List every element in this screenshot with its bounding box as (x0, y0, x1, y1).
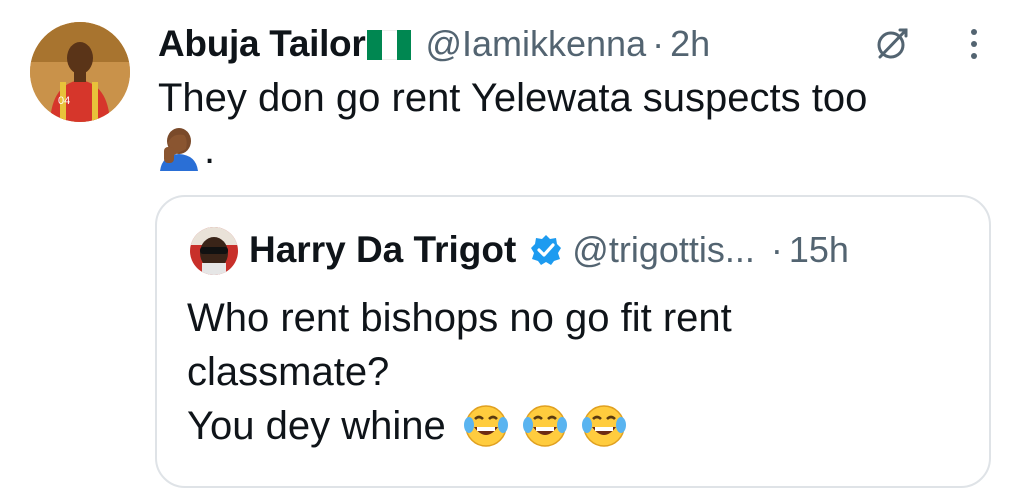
tears-of-joy-emoji-group (463, 404, 629, 448)
facepalm-emoji (160, 128, 198, 171)
quoted-tweet-text: Who rent bishops no go fit rent classmat… (187, 291, 967, 453)
author-display-name[interactable]: Abuja Tailor (158, 23, 366, 65)
avatar-image: 04 (30, 22, 130, 122)
grok-icon[interactable] (872, 24, 912, 64)
tweet[interactable]: 04 Abuja Tailor @Iamikkenna · 2h They do… (0, 0, 1024, 491)
tweet-text-line: They don go rent Yelewata suspects too (158, 76, 868, 120)
quoted-separator-dot: · (770, 229, 783, 270)
tears-of-joy-emoji (463, 405, 508, 447)
quoted-timestamp[interactable]: 15h (789, 229, 849, 271)
quoted-text-line1: Who rent bishops no go fit rent (187, 296, 732, 340)
nigeria-flag-icon (367, 30, 412, 60)
more-options-icon[interactable] (964, 26, 984, 62)
quoted-avatar-image (190, 227, 238, 275)
tears-of-joy-emoji (582, 405, 627, 447)
quoted-tweet-card[interactable]: Harry Da Trigot @trigottis... · 15h Who … (155, 195, 991, 488)
quoted-handle[interactable]: @trigottis... (572, 229, 755, 271)
quoted-author-avatar[interactable] (190, 227, 238, 275)
tears-of-joy-emoji (522, 405, 567, 447)
author-avatar[interactable]: 04 (30, 22, 130, 122)
tweet-text: They don go rent Yelewata suspects too . (158, 72, 998, 176)
quoted-text-line3: You dey whine (187, 404, 446, 448)
tweet-text-suffix: . (204, 128, 216, 172)
quoted-display-name[interactable]: Harry Da Trigot (249, 229, 516, 271)
quoted-tweet-header: Harry Da Trigot @trigottis... · 15h (249, 223, 849, 277)
tweet-header: Abuja Tailor @Iamikkenna · 2h (158, 16, 710, 72)
svg-text:04: 04 (58, 95, 70, 107)
separator-dot: · (652, 23, 665, 64)
verified-badge-icon[interactable] (530, 234, 562, 266)
tweet-timestamp[interactable]: 2h (670, 23, 710, 65)
author-handle[interactable]: @Iamikkenna (425, 23, 646, 65)
quoted-text-line2: classmate? (187, 350, 390, 394)
